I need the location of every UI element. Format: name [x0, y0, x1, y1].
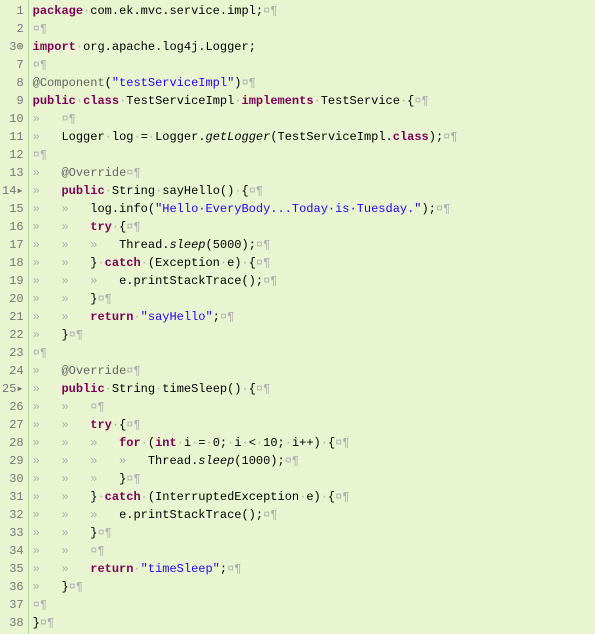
line-number: 38	[2, 614, 24, 632]
line-number: 22	[2, 326, 24, 344]
code-line[interactable]: » » return·"sayHello";¤¶	[33, 308, 595, 326]
line-number: 12	[2, 146, 24, 164]
line-number: 15	[2, 200, 24, 218]
code-line[interactable]: » public·String·sayHello()·{¤¶	[33, 182, 595, 200]
code-line[interactable]: » » }·catch·(Exception·e)·{¤¶	[33, 254, 595, 272]
line-number: 30	[2, 470, 24, 488]
line-number: 18	[2, 254, 24, 272]
code-line[interactable]: » » » }¤¶	[33, 470, 595, 488]
line-number: 8	[2, 74, 24, 92]
line-number: 23	[2, 344, 24, 362]
code-line[interactable]: » public·String·timeSleep()·{¤¶	[33, 380, 595, 398]
line-number: 32	[2, 506, 24, 524]
line-number: 35	[2, 560, 24, 578]
code-editor-area[interactable]: package·com.ek.mvc.service.impl;¤¶¤¶impo…	[29, 0, 595, 634]
code-line[interactable]: » » » » Thread.sleep(1000);¤¶	[33, 452, 595, 470]
line-number: 27	[2, 416, 24, 434]
line-number: 36	[2, 578, 24, 596]
code-line[interactable]: ¤¶	[33, 56, 595, 74]
code-line[interactable]: ¤¶	[33, 344, 595, 362]
line-number-gutter: 123⊕7891011121314▸1516171819202122232425…	[0, 0, 29, 634]
line-number: 25▸	[2, 380, 24, 398]
line-number: 17	[2, 236, 24, 254]
line-number: 7	[2, 56, 24, 74]
code-line[interactable]: » @Override¤¶	[33, 362, 595, 380]
line-number: 21	[2, 308, 24, 326]
code-line[interactable]: import·org.apache.log4j.Logger;	[33, 38, 595, 56]
code-line[interactable]: » ¤¶	[33, 110, 595, 128]
code-line[interactable]: » }¤¶	[33, 578, 595, 596]
line-number: 34	[2, 542, 24, 560]
line-number: 2	[2, 20, 24, 38]
code-line[interactable]: » » }¤¶	[33, 290, 595, 308]
line-number: 14▸	[2, 182, 24, 200]
line-number: 29	[2, 452, 24, 470]
line-number: 19	[2, 272, 24, 290]
line-number: 28	[2, 434, 24, 452]
line-number: 10	[2, 110, 24, 128]
line-number: 13	[2, 164, 24, 182]
code-line[interactable]: ¤¶	[33, 20, 595, 38]
code-line[interactable]: » » try·{¤¶	[33, 218, 595, 236]
code-line[interactable]: » » }¤¶	[33, 524, 595, 542]
line-number: 31	[2, 488, 24, 506]
code-line[interactable]: » @Override¤¶	[33, 164, 595, 182]
code-line[interactable]: » » return·"timeSleep";¤¶	[33, 560, 595, 578]
line-number: 20	[2, 290, 24, 308]
line-number: 37	[2, 596, 24, 614]
line-number: 33	[2, 524, 24, 542]
line-number: 16	[2, 218, 24, 236]
code-line[interactable]: @Component("testServiceImpl")¤¶	[33, 74, 595, 92]
line-number: 24	[2, 362, 24, 380]
code-line[interactable]: » » ¤¶	[33, 398, 595, 416]
code-line[interactable]: » Logger·log·=·Logger.getLogger(TestServ…	[33, 128, 595, 146]
code-line[interactable]: » » log.info("Hello·EveryBody...Today·is…	[33, 200, 595, 218]
code-line[interactable]: » » ¤¶	[33, 542, 595, 560]
line-number: 26	[2, 398, 24, 416]
line-number: 3⊕	[2, 38, 24, 56]
code-line[interactable]: » » » for·(int·i·=·0;·i·<·10;·i++)·{¤¶	[33, 434, 595, 452]
line-number: 11	[2, 128, 24, 146]
code-line[interactable]: » » » e.printStackTrace();¤¶	[33, 272, 595, 290]
code-line[interactable]: » » » e.printStackTrace();¤¶	[33, 506, 595, 524]
code-line[interactable]: » » }·catch·(InterruptedException·e)·{¤¶	[33, 488, 595, 506]
code-line[interactable]: }¤¶	[33, 614, 595, 632]
code-line[interactable]: ¤¶	[33, 596, 595, 614]
code-line[interactable]: package·com.ek.mvc.service.impl;¤¶	[33, 2, 595, 20]
code-line[interactable]: » » » Thread.sleep(5000);¤¶	[33, 236, 595, 254]
code-line[interactable]: ¤¶	[33, 146, 595, 164]
code-line[interactable]: public·class·TestServiceImpl·implements·…	[33, 92, 595, 110]
line-number: 1	[2, 2, 24, 20]
code-line[interactable]: » » try·{¤¶	[33, 416, 595, 434]
line-number: 9	[2, 92, 24, 110]
code-line[interactable]: » }¤¶	[33, 326, 595, 344]
